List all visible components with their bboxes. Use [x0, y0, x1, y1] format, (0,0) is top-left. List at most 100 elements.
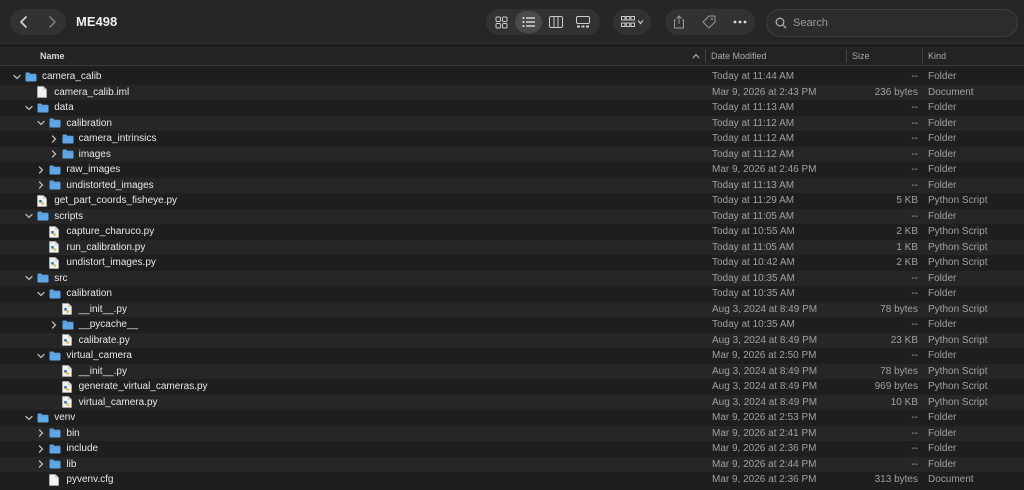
column-kind-header[interactable]: Kind — [928, 46, 946, 66]
toolbar: ME498 Search — [0, 0, 1024, 46]
file-name: undistort_images.py — [66, 257, 156, 269]
table-row[interactable]: __init__.py Aug 3, 2024 at 8:49 PM 78 byte… — [0, 301, 1024, 317]
column-name-header[interactable]: Name — [40, 46, 65, 66]
file-name: camera_calib — [42, 71, 102, 83]
disclosure-open-icon[interactable] — [12, 69, 22, 84]
table-row[interactable]: images Today at 11:12 AM -- Folder — [0, 146, 1024, 162]
disclosure-closed-icon[interactable] — [36, 178, 46, 193]
table-row[interactable]: undistort_images.py Today at 10:42 AM 2 KB… — [0, 255, 1024, 271]
table-row[interactable]: camera_calib.iml Mar 9, 2026 at 2:43 PM 23… — [0, 84, 1024, 100]
table-row[interactable]: calibration Today at 10:35 AM -- Folder — [0, 286, 1024, 302]
disclosure-open-icon[interactable] — [24, 100, 34, 115]
table-row[interactable]: __init__.py Aug 3, 2024 at 8:49 PM 78 byte… — [0, 363, 1024, 379]
disclosure-spacer — [36, 472, 46, 487]
table-row[interactable]: virtual_camera Mar 9, 2026 at 2:50 PM -- Fo… — [0, 348, 1024, 364]
column-divider[interactable] — [846, 49, 847, 63]
file-name: calibrate.py — [78, 334, 130, 346]
tag-icon[interactable] — [702, 15, 716, 29]
table-row[interactable]: virtual_camera.py Aug 3, 2024 at 8:49 PM 1… — [0, 394, 1024, 410]
table-row[interactable]: undistorted_images Today at 11:13 AM -- Fol… — [0, 177, 1024, 193]
search-input[interactable]: Search — [766, 9, 1018, 37]
file-list: camera_calib Today at 11:44 AM -- Folder cam… — [0, 69, 1024, 488]
table-row[interactable]: pyvenv.cfg Mar 9, 2026 at 2:36 PM 313 byte… — [0, 472, 1024, 488]
kind-cell: Folder — [928, 133, 957, 144]
disclosure-open-icon[interactable] — [24, 271, 34, 286]
name-cell: generate_virtual_cameras.py — [49, 379, 208, 395]
table-row[interactable]: include Mar 9, 2026 at 2:36 PM -- Folder — [0, 441, 1024, 457]
folder-icon — [37, 273, 49, 284]
table-row[interactable]: __pycache__ Today at 10:35 AM -- Folder — [0, 317, 1024, 333]
kind-cell: Python Script — [928, 257, 988, 268]
kind-cell: Folder — [928, 319, 957, 330]
date-modified-cell: Today at 11:12 AM — [712, 148, 795, 160]
table-row[interactable]: scripts Today at 11:05 AM -- Folder — [0, 208, 1024, 224]
sort-ascending-icon[interactable] — [692, 53, 700, 59]
table-row[interactable]: venv Mar 9, 2026 at 2:53 PM -- Folder — [0, 410, 1024, 426]
disclosure-open-icon[interactable] — [24, 209, 34, 224]
disclosure-open-icon[interactable] — [36, 116, 46, 131]
file-name: __init__.py — [78, 365, 127, 377]
name-cell: src — [24, 271, 68, 287]
disclosure-closed-icon[interactable] — [36, 457, 46, 472]
name-cell: get_part_coords_fisheye.py — [24, 193, 177, 209]
table-row[interactable]: raw_images Mar 9, 2026 at 2:46 PM -- Folder — [0, 162, 1024, 178]
table-row[interactable]: src Today at 10:35 AM -- Folder — [0, 270, 1024, 287]
kind-cell: Python Script — [928, 195, 988, 206]
table-row[interactable]: camera_calib Today at 11:44 AM -- Folder — [0, 69, 1024, 85]
date-modified-cell: Today at 11:13 AM — [712, 179, 795, 191]
icon-view-button[interactable] — [488, 11, 515, 33]
disclosure-spacer — [49, 379, 59, 394]
table-row[interactable]: camera_intrinsics Today at 11:12 AM -- Fold… — [0, 131, 1024, 147]
column-date-header[interactable]: Date Modified — [711, 46, 767, 66]
date-modified-cell: Mar 9, 2026 at 2:50 PM — [712, 350, 817, 361]
folder-icon — [49, 459, 61, 470]
disclosure-closed-icon[interactable] — [49, 317, 59, 332]
table-row[interactable]: calibrate.py Aug 3, 2024 at 8:49 PM 23 KB P… — [0, 332, 1024, 348]
column-size-header[interactable]: Size — [852, 46, 870, 66]
kind-cell: Python Script — [928, 365, 988, 377]
size-cell: -- — [911, 412, 918, 423]
disclosure-closed-icon[interactable] — [36, 162, 46, 177]
table-row[interactable]: calibration Today at 11:12 AM -- Folder — [0, 115, 1024, 131]
column-view-button[interactable] — [542, 11, 569, 33]
size-cell: -- — [911, 179, 918, 191]
file-name: generate_virtual_cameras.py — [78, 381, 208, 393]
disclosure-closed-icon[interactable] — [36, 441, 46, 456]
forward-button[interactable] — [38, 9, 66, 35]
icon-view-icon — [495, 16, 508, 28]
table-row[interactable]: data Today at 11:13 AM -- Folder — [0, 100, 1024, 116]
disclosure-closed-icon[interactable] — [49, 131, 59, 146]
disclosure-closed-icon[interactable] — [49, 147, 59, 162]
table-row[interactable]: get_part_coords_fisheye.py Today at 11:29… — [0, 193, 1024, 209]
table-row[interactable]: lib Mar 9, 2026 at 2:44 PM -- Folder — [0, 456, 1024, 472]
kind-cell: Folder — [928, 71, 957, 82]
size-cell: -- — [911, 443, 918, 454]
column-divider[interactable] — [705, 49, 706, 63]
name-cell: virtual_camera — [36, 348, 132, 364]
file-name: scripts — [54, 210, 84, 222]
file-name: calibration — [66, 117, 112, 129]
more-icon[interactable] — [733, 20, 747, 24]
share-icon[interactable] — [673, 15, 685, 29]
date-modified-cell: Mar 9, 2026 at 2:46 PM — [712, 164, 817, 175]
disclosure-open-icon[interactable] — [24, 410, 34, 425]
size-cell: 10 KB — [890, 396, 918, 408]
folder-icon — [49, 350, 61, 361]
table-row[interactable]: bin Mar 9, 2026 at 2:41 PM -- Folder — [0, 425, 1024, 441]
kind-cell: Python Script — [928, 334, 988, 346]
gallery-view-button[interactable] — [569, 11, 596, 33]
document-icon — [37, 86, 49, 99]
table-row[interactable]: generate_virtual_cameras.py Aug 3, 2024 a… — [0, 379, 1024, 395]
disclosure-open-icon[interactable] — [36, 348, 46, 363]
table-row[interactable]: run_calibration.py Today at 11:05 AM 1 KB P… — [0, 239, 1024, 255]
date-modified-cell: Today at 11:13 AM — [712, 102, 795, 113]
disclosure-open-icon[interactable] — [36, 286, 46, 301]
folder-icon — [62, 133, 74, 144]
table-row[interactable]: capture_charuco.py Today at 10:55 AM 2 KB P… — [0, 224, 1024, 240]
kind-cell: Python Script — [928, 303, 988, 315]
column-divider[interactable] — [922, 49, 923, 63]
list-view-button[interactable] — [515, 11, 542, 33]
back-button[interactable] — [10, 9, 38, 35]
disclosure-closed-icon[interactable] — [36, 426, 46, 441]
group-button[interactable] — [613, 9, 651, 35]
